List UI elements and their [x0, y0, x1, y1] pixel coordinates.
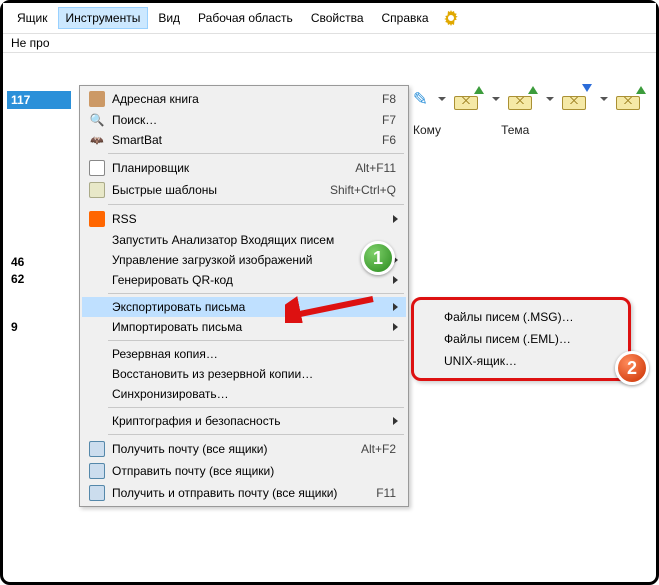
dropdown-icon[interactable] — [438, 97, 446, 101]
menu-analyzer[interactable]: Запустить Анализатор Входящих писем — [82, 230, 406, 250]
book-icon — [89, 91, 105, 107]
chevron-right-icon — [393, 323, 398, 331]
menu-rss[interactable]: RSS — [82, 208, 406, 230]
toolbar: ✎ — [413, 88, 644, 110]
annotation-badge-2: 2 — [615, 351, 649, 385]
export-eml[interactable]: Файлы писем (.EML)… — [418, 328, 624, 350]
compose-icon[interactable]: ✎ — [413, 89, 428, 110]
menu-templates[interactable]: Быстрые шаблоны Shift+Ctrl+Q — [82, 179, 406, 201]
search-icon: 🔍 — [90, 113, 105, 127]
dropdown-icon[interactable] — [600, 97, 608, 101]
col-subject[interactable]: Тема — [501, 123, 529, 137]
mail-action-icon[interactable] — [616, 88, 644, 110]
subbar-label: Не про — [11, 36, 50, 50]
menu-address-book[interactable]: Адресная книга F8 — [82, 88, 406, 110]
count-3: 9 — [11, 320, 71, 334]
col-to[interactable]: Кому — [413, 123, 441, 137]
annotation-arrow — [285, 293, 375, 323]
menu-view[interactable]: Вид — [150, 7, 188, 29]
rss-icon — [89, 211, 105, 227]
chevron-right-icon — [393, 303, 398, 311]
count-1: 46 — [11, 255, 71, 269]
dropdown-icon[interactable] — [546, 97, 554, 101]
mail-sync-icon — [89, 485, 105, 501]
separator — [108, 204, 404, 205]
mail-send-icon[interactable] — [562, 88, 590, 110]
menu-smartbat[interactable]: 🦇 SmartBat F6 — [82, 130, 406, 150]
menu-qr[interactable]: Генерировать QR-код — [82, 270, 406, 290]
chevron-right-icon — [393, 276, 398, 284]
dropdown-icon[interactable] — [492, 97, 500, 101]
menubar: Ящик Инструменты Вид Рабочая область Сво… — [3, 3, 656, 34]
export-msg[interactable]: Файлы писем (.MSG)… — [418, 306, 624, 328]
annotation-badge-1: 1 — [361, 241, 395, 275]
export-unix[interactable]: UNIX-ящик… — [418, 350, 624, 372]
menu-workspace[interactable]: Рабочая область — [190, 7, 301, 29]
menu-help[interactable]: Справка — [374, 7, 437, 29]
chevron-right-icon — [393, 417, 398, 425]
menu-receive-all[interactable]: Получить почту (все ящики) Alt+F2 — [82, 438, 406, 460]
menu-sync[interactable]: Синхронизировать… — [82, 384, 406, 404]
menu-crypto[interactable]: Криптография и безопасность — [82, 411, 406, 431]
calendar-icon — [89, 160, 105, 176]
table-header: Кому Тема — [413, 123, 529, 137]
subbar: Не про — [3, 34, 656, 53]
folder-counts: 117 46 62 9 — [11, 91, 71, 337]
template-icon — [89, 182, 105, 198]
export-submenu: Файлы писем (.MSG)… Файлы писем (.EML)… … — [411, 297, 631, 381]
mail-receive-icon[interactable] — [454, 88, 482, 110]
menu-sendreceive-all[interactable]: Получить и отправить почту (все ящики) F… — [82, 482, 406, 504]
menu-scheduler[interactable]: Планировщик Alt+F11 — [82, 157, 406, 179]
mail-in-icon — [89, 441, 105, 457]
menu-restore[interactable]: Восстановить из резервной копии… — [82, 364, 406, 384]
menu-image-load[interactable]: Управление загрузкой изображений — [82, 250, 406, 270]
menu-send-all[interactable]: Отправить почту (все ящики) — [82, 460, 406, 482]
chevron-right-icon — [393, 215, 398, 223]
menu-backup[interactable]: Резервная копия… — [82, 344, 406, 364]
separator — [108, 340, 404, 341]
mail-out-icon — [89, 463, 105, 479]
separator — [108, 434, 404, 435]
separator — [108, 407, 404, 408]
menu-tools[interactable]: Инструменты — [58, 7, 149, 29]
count-2: 62 — [11, 272, 71, 286]
menu-properties[interactable]: Свойства — [303, 7, 372, 29]
menu-search[interactable]: 🔍 Поиск… F7 — [82, 110, 406, 130]
mail-receive-icon[interactable] — [508, 88, 536, 110]
bat-icon: 🦇 — [90, 134, 104, 147]
count-selected: 117 — [7, 91, 71, 109]
separator — [108, 153, 404, 154]
gear-icon[interactable] — [443, 10, 459, 26]
menu-box[interactable]: Ящик — [9, 7, 56, 29]
